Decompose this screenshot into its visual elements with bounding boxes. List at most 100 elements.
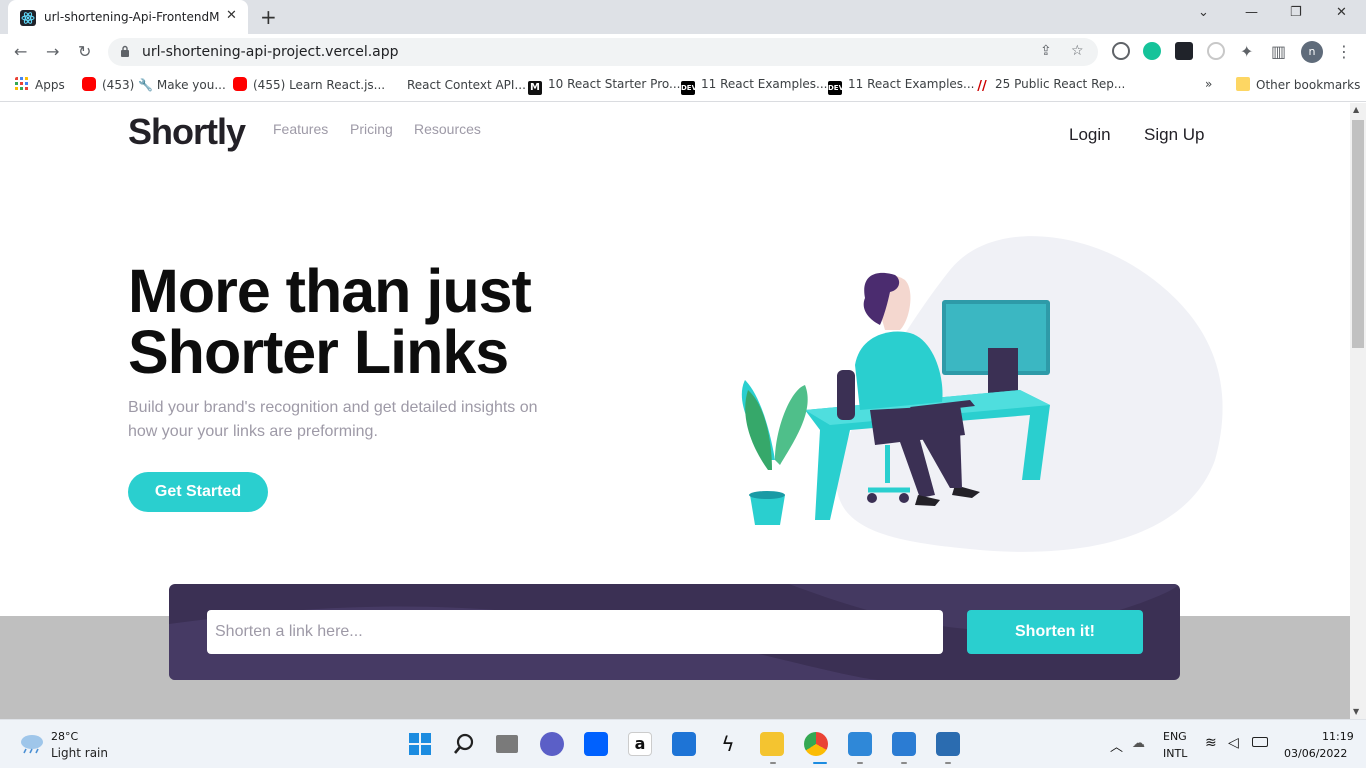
running-indicator bbox=[945, 762, 951, 764]
teams-chat-icon[interactable] bbox=[540, 732, 564, 756]
dropbox-icon[interactable] bbox=[584, 732, 608, 756]
wifi-icon[interactable]: ≋ bbox=[1205, 735, 1217, 751]
windows-taskbar: 28°C Light rain a ϟ ︿ ☁ ENG INTL ≋ ◁ 11:… bbox=[0, 719, 1366, 768]
page-viewport: Shortly Features Pricing Resources Login… bbox=[0, 103, 1350, 719]
notepad-icon[interactable] bbox=[848, 732, 872, 756]
bookmark-dev-2[interactable]: DEV 11 React Examples... bbox=[828, 77, 975, 95]
reload-icon[interactable]: ↻ bbox=[78, 42, 91, 61]
shorten-it-button[interactable]: Shorten it! bbox=[967, 610, 1143, 654]
task-view-icon[interactable] bbox=[496, 735, 518, 753]
bookmark-dev-1[interactable]: DEV 11 React Examples... bbox=[681, 77, 828, 95]
bookmark-react-context[interactable]: React Context API... bbox=[387, 77, 526, 92]
tab-search-icon[interactable]: ⌄ bbox=[1198, 5, 1209, 20]
url-text: url-shortening-api-project.vercel.app bbox=[142, 44, 399, 60]
search-icon[interactable] bbox=[452, 732, 476, 756]
bookmark-label: 11 React Examples... bbox=[701, 77, 828, 91]
bookmark-public-react[interactable]: // 25 Public React Rep... bbox=[975, 77, 1125, 94]
extension-gear-icon[interactable] bbox=[1207, 42, 1225, 60]
apps-grid-icon bbox=[15, 77, 28, 90]
windows-start-icon[interactable] bbox=[408, 732, 432, 756]
dev-icon: DEV bbox=[828, 81, 844, 95]
minimize-window-button[interactable]: — bbox=[1245, 5, 1258, 20]
bookmark-label: 25 Public React Rep... bbox=[995, 77, 1126, 91]
browser-toolbar: ← → ↻ url-shortening-api-project.vercel.… bbox=[0, 34, 1366, 70]
dev-icon: DEV bbox=[681, 81, 697, 95]
bookmark-label: (453) 🔧 Make you... bbox=[102, 78, 226, 92]
address-bar[interactable]: url-shortening-api-project.vercel.app ⇪ … bbox=[108, 38, 1098, 66]
bookmark-label: 10 React Starter Pro... bbox=[548, 77, 681, 91]
scrollbar-thumb[interactable] bbox=[1352, 120, 1364, 348]
browser-tab-active[interactable]: url-shortening-Api-FrontendMen ✕ bbox=[8, 0, 248, 34]
nav-link-resources[interactable]: Resources bbox=[414, 121, 481, 137]
bookmark-youtube-2[interactable]: (455) Learn React.js... bbox=[233, 77, 385, 92]
bookmark-label: Other bookmarks bbox=[1256, 78, 1361, 92]
restore-window-button[interactable]: ❐ bbox=[1290, 5, 1302, 20]
grammarly-icon[interactable] bbox=[1143, 42, 1161, 60]
browser-tab-strip: url-shortening-Api-FrontendMen ✕ + ⌄ — ❐… bbox=[0, 0, 1366, 34]
volume-icon[interactable]: ◁ bbox=[1228, 735, 1239, 751]
battery-icon[interactable] bbox=[1252, 737, 1268, 747]
photos-icon[interactable] bbox=[936, 732, 960, 756]
medium-icon: M bbox=[528, 81, 542, 95]
forward-arrow-icon[interactable]: → bbox=[46, 42, 59, 61]
bookmark-label: React Context API... bbox=[407, 78, 526, 92]
blank-icon bbox=[387, 77, 401, 91]
close-tab-icon[interactable]: ✕ bbox=[226, 8, 237, 23]
show-hidden-icons-chevron-icon[interactable]: ︿ bbox=[1110, 736, 1123, 755]
mail-icon[interactable] bbox=[672, 732, 696, 756]
tab-title: url-shortening-Api-FrontendMen bbox=[44, 10, 220, 24]
weather-condition[interactable]: Light rain bbox=[51, 746, 108, 760]
extensions-puzzle-icon[interactable]: ✦ bbox=[1240, 42, 1253, 61]
new-tab-button[interactable]: + bbox=[260, 5, 277, 29]
nav-link-pricing[interactable]: Pricing bbox=[350, 121, 393, 137]
get-started-button[interactable]: Get Started bbox=[128, 472, 268, 512]
shorten-link-input[interactable] bbox=[207, 610, 943, 654]
bookmarks-overflow-button[interactable]: » bbox=[1205, 77, 1212, 91]
bookmark-star-icon[interactable]: ☆ bbox=[1071, 43, 1084, 59]
react-favicon-icon bbox=[20, 10, 36, 26]
extension-circle-icon[interactable] bbox=[1112, 42, 1130, 60]
bookmark-medium[interactable]: M 10 React Starter Pro... bbox=[528, 77, 680, 95]
profile-avatar[interactable]: n bbox=[1301, 41, 1323, 63]
keyboard-layout[interactable]: INTL bbox=[1163, 747, 1187, 760]
file-explorer-icon[interactable] bbox=[760, 732, 784, 756]
input-language[interactable]: ENG bbox=[1163, 730, 1187, 743]
login-link[interactable]: Login bbox=[1069, 125, 1111, 145]
youtube-icon bbox=[233, 77, 247, 91]
app-bolt-icon[interactable]: ϟ bbox=[716, 732, 740, 756]
scroll-up-arrow-icon[interactable]: ▲ bbox=[1353, 105, 1359, 114]
running-indicator bbox=[770, 762, 776, 764]
vscode-icon[interactable] bbox=[892, 732, 916, 756]
chrome-icon[interactable] bbox=[804, 732, 828, 756]
slash-icon: // bbox=[977, 79, 987, 94]
share-icon[interactable]: ⇪ bbox=[1040, 43, 1052, 59]
scroll-down-arrow-icon[interactable]: ▼ bbox=[1353, 707, 1359, 716]
bookmark-label: Apps bbox=[35, 78, 65, 92]
bookmark-apps[interactable]: Apps bbox=[15, 77, 65, 92]
bookmark-label: 11 React Examples... bbox=[848, 77, 975, 91]
menu-kebab-icon[interactable]: ⋮ bbox=[1336, 42, 1352, 61]
amazon-icon[interactable]: a bbox=[628, 732, 652, 756]
folder-icon bbox=[1236, 77, 1250, 91]
working-person-illustration bbox=[741, 236, 1223, 552]
side-panel-icon[interactable]: ▥ bbox=[1271, 42, 1286, 61]
lock-icon bbox=[121, 45, 129, 57]
site-logo[interactable]: Shortly bbox=[128, 111, 246, 153]
running-indicator bbox=[901, 762, 907, 764]
react-devtools-icon[interactable] bbox=[1175, 42, 1193, 60]
youtube-icon bbox=[82, 77, 96, 91]
back-arrow-icon[interactable]: ← bbox=[14, 42, 27, 61]
shorten-form: Shorten it! bbox=[169, 584, 1180, 680]
clock-time[interactable]: 11:19 bbox=[1322, 730, 1354, 743]
other-bookmarks-folder[interactable]: Other bookmarks bbox=[1236, 77, 1360, 92]
onedrive-cloud-icon[interactable]: ☁ bbox=[1132, 736, 1145, 751]
active-app-indicator bbox=[813, 762, 827, 764]
hero-subtitle: Build your brand's recognition and get d… bbox=[128, 399, 538, 440]
clock-date[interactable]: 03/06/2022 bbox=[1284, 747, 1347, 760]
weather-temperature[interactable]: 28°C bbox=[51, 730, 78, 743]
signup-link[interactable]: Sign Up bbox=[1144, 125, 1204, 145]
bookmark-youtube-1[interactable]: (453) 🔧 Make you... bbox=[82, 77, 226, 92]
bookmarks-bar: Apps (453) 🔧 Make you... (455) Learn Rea… bbox=[0, 70, 1366, 102]
nav-link-features[interactable]: Features bbox=[273, 121, 328, 137]
close-window-button[interactable]: ✕ bbox=[1336, 5, 1347, 20]
